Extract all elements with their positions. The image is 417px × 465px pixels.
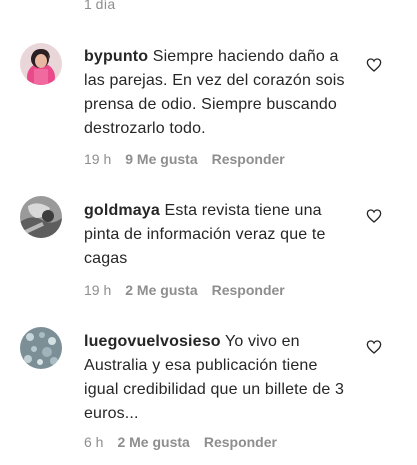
comment-time[interactable]: 19 h <box>84 282 111 298</box>
comment-text: bypunto Siempre haciendo daño a las pare… <box>84 45 356 141</box>
profile-photo-icon <box>20 327 62 369</box>
comment-likes[interactable]: 2 Me gusta <box>125 282 197 298</box>
comments-panel: 1 día bypunto Siempre haciendo daño a la… <box>0 0 417 465</box>
reply-button[interactable]: Responder <box>204 434 277 450</box>
previous-comment-time: 1 día <box>84 0 116 12</box>
reply-button[interactable]: Responder <box>212 151 285 167</box>
comment-meta: 19 h 9 Me gusta Responder <box>84 151 285 167</box>
heart-outline-icon[interactable] <box>366 208 382 224</box>
comment-text: luegovuelvosieso Yo vivo en Australia y … <box>84 330 356 426</box>
comment-meta: 19 h 2 Me gusta Responder <box>84 282 285 298</box>
avatar[interactable] <box>20 196 62 238</box>
comment-username[interactable]: luegovuelvosieso <box>84 333 221 350</box>
avatar[interactable] <box>20 327 62 369</box>
comment-time[interactable]: 19 h <box>84 151 111 167</box>
comment-text: goldmaya Esta revista tiene una pinta de… <box>84 199 356 271</box>
comment-meta: 6 h 2 Me gusta Responder <box>84 434 277 450</box>
comment-username[interactable]: bypunto <box>84 48 148 65</box>
comment-username[interactable]: goldmaya <box>84 202 160 219</box>
heart-outline-icon[interactable] <box>366 339 382 355</box>
comment-likes[interactable]: 2 Me gusta <box>117 434 189 450</box>
reply-button[interactable]: Responder <box>212 282 285 298</box>
comment-time[interactable]: 6 h <box>84 434 103 450</box>
avatar[interactable] <box>20 43 62 85</box>
comment-likes[interactable]: 9 Me gusta <box>125 151 197 167</box>
heart-outline-icon[interactable] <box>366 57 382 73</box>
profile-photo-icon <box>20 43 62 85</box>
profile-photo-icon <box>20 196 62 238</box>
